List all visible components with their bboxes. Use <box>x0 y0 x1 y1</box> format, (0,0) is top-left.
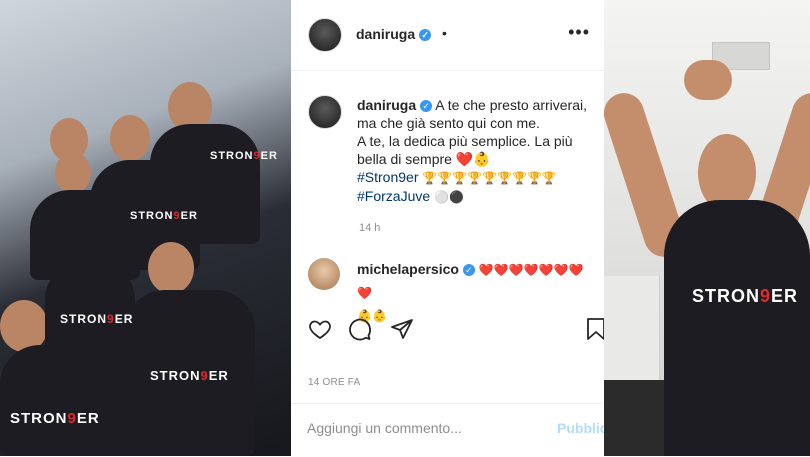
team-celebration-photo: STRON9ER STRON9ER STRON9ER STRON9ER STRO… <box>0 0 291 456</box>
share-icon[interactable] <box>389 316 415 342</box>
caption-line: ma che già sento qui con me. <box>357 115 540 131</box>
post-caption: daniruga ✓ A te che presto arriverai, ma … <box>357 96 593 206</box>
shirt-print: STRON9ER <box>150 368 229 383</box>
caption-avatar[interactable] <box>308 95 342 129</box>
player-head <box>110 115 150 161</box>
caption-time: 14 h <box>359 222 381 234</box>
post-header: daniruga ✓ • ••• <box>291 0 604 71</box>
instagram-post: daniruga ✓ • ••• daniruga ✓ A te che prest… <box>291 0 615 457</box>
post-author-name[interactable]: daniruga <box>356 26 415 42</box>
post-author[interactable]: daniruga ✓ <box>356 26 432 42</box>
commenter-avatar[interactable] <box>308 258 340 290</box>
more-options-icon[interactable]: ••• <box>568 22 590 43</box>
post-date: 14 ORE FA <box>308 377 361 388</box>
comment-icon[interactable] <box>347 316 373 342</box>
caption-line: A te che presto arriverai, <box>435 97 587 113</box>
post-actions <box>307 316 605 342</box>
locker-dark <box>604 380 664 456</box>
separator-dot: • <box>442 25 447 41</box>
hashtag-stron9er[interactable]: #Stron9er <box>357 169 418 185</box>
player-shirt <box>45 260 135 360</box>
player-head <box>55 152 91 194</box>
comment-box: Aggiungi un commento... Pubblica <box>291 403 615 457</box>
caption-line: A te, la dedica più semplice. La più <box>357 133 573 149</box>
emoji-heart-baby: ❤️👶 <box>455 151 491 167</box>
emoji-juve-colors: ⚪⚫ <box>434 190 464 204</box>
caption-author[interactable]: daniruga <box>357 97 416 113</box>
shirt-print: STRON9ER <box>210 150 278 162</box>
avatar[interactable] <box>308 18 342 52</box>
commenter-name[interactable]: michelapersico <box>357 261 459 277</box>
heart-icon[interactable] <box>307 316 333 342</box>
player-celebration-photo: STRON9ER <box>604 0 810 456</box>
caption-line: bella di sempre <box>357 151 452 167</box>
comment-input[interactable]: Aggiungi un commento... <box>307 420 462 436</box>
emoji-trophies: 🏆🏆🏆🏆🏆🏆🏆🏆🏆 <box>422 171 557 185</box>
shirt-print: STRON9ER <box>60 312 134 326</box>
verified-badge-icon: ✓ <box>420 100 433 113</box>
raised-hands <box>684 60 732 100</box>
verified-badge-icon: ✓ <box>419 29 432 42</box>
player-head <box>148 242 194 294</box>
shirt-print: STRON9ER <box>10 410 100 427</box>
verified-badge-icon: ✓ <box>462 264 475 277</box>
player-shirt <box>664 200 810 456</box>
shirt-print: STRON9ER <box>692 286 799 306</box>
hashtag-forzajuve[interactable]: #ForzaJuve <box>357 188 430 204</box>
shirt-print: STRON9ER <box>130 210 198 222</box>
